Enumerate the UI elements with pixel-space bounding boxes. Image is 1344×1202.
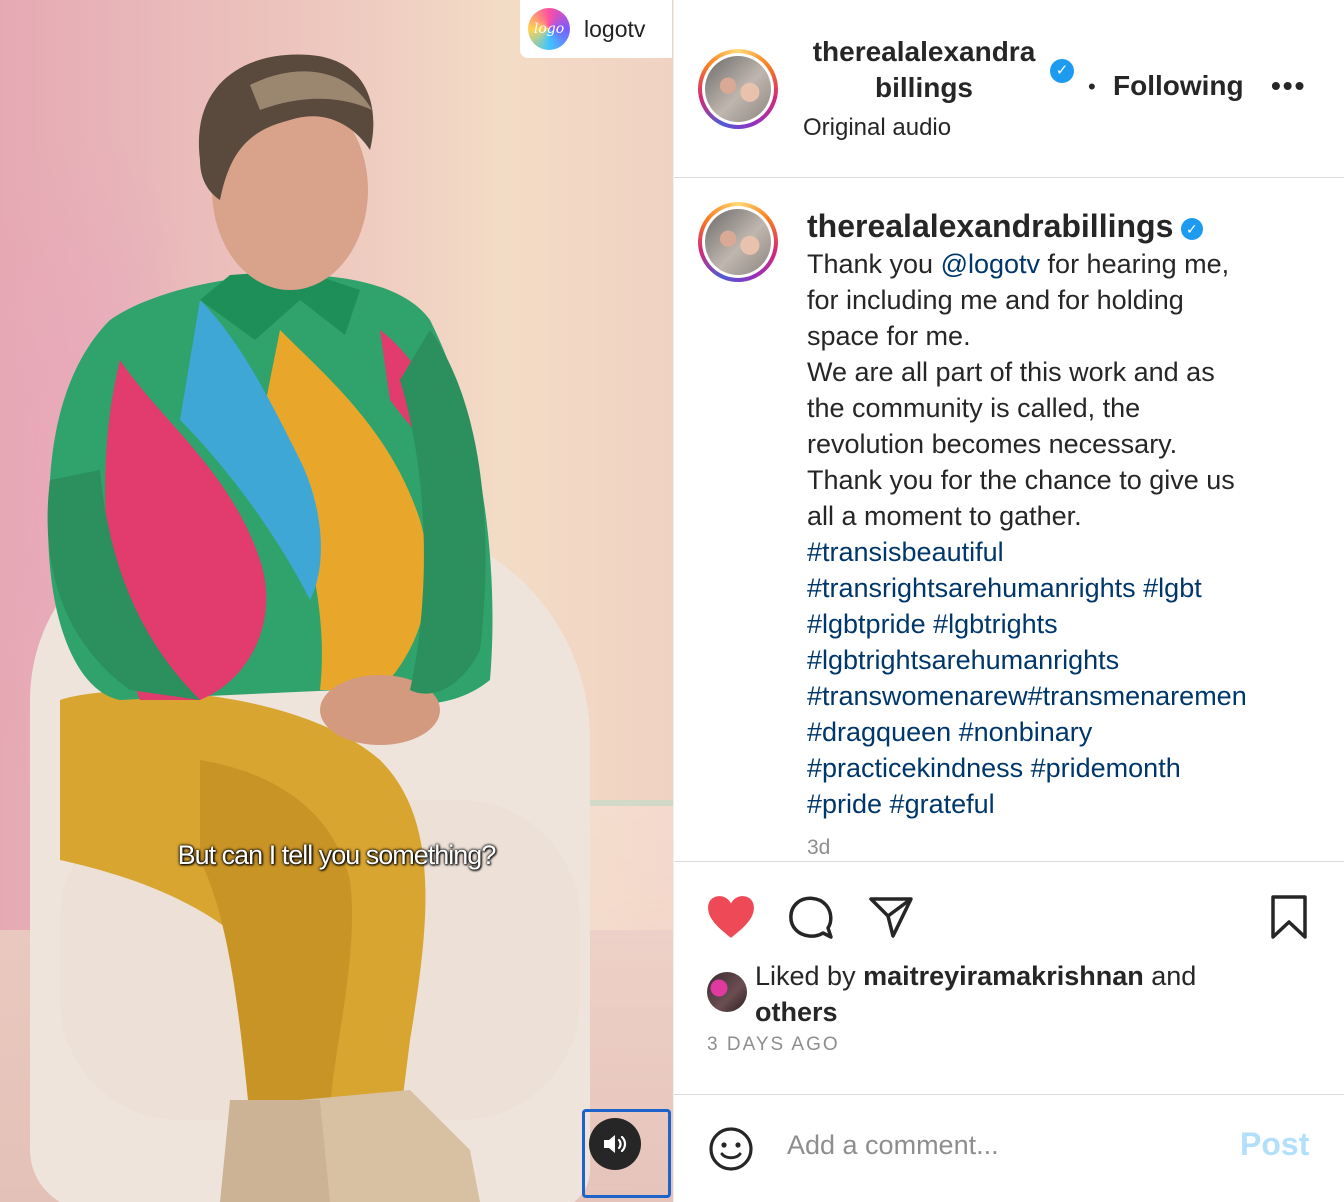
- verified-badge-icon: ✓: [1050, 59, 1074, 83]
- caption-section: therealalexandrabillings ✓ Thank you @lo…: [674, 178, 1344, 861]
- caption-username[interactable]: therealalexandrabillings: [807, 208, 1173, 244]
- hashtag-line[interactable]: #lgbtrightsarehumanrights: [807, 642, 1307, 678]
- post-comment-button[interactable]: Post: [1240, 1126, 1309, 1163]
- caption-text-line: for including me and for holding: [807, 285, 1184, 315]
- more-options-icon[interactable]: •••: [1271, 70, 1306, 102]
- post-actions: Liked by maitreyiramakrishnan and others…: [674, 861, 1344, 1095]
- separator-dot: •: [1088, 74, 1096, 99]
- post-header: therealalexandra billings ✓ • Following …: [674, 0, 1344, 178]
- send-icon[interactable]: [868, 894, 914, 940]
- avatar-photo: [705, 56, 771, 122]
- emoji-icon[interactable]: [708, 1126, 754, 1172]
- person-figure: [47, 54, 493, 1202]
- caption-body: therealalexandrabillings ✓ Thank you @lo…: [807, 208, 1307, 861]
- logotv-badge[interactable]: logo logotv: [520, 0, 672, 58]
- audio-toggle-button[interactable]: [589, 1118, 641, 1170]
- caption-text-line: all a moment to gather.: [807, 501, 1082, 531]
- following-button[interactable]: Following: [1113, 70, 1244, 102]
- hashtag-line[interactable]: #transisbeautiful: [807, 534, 1307, 570]
- audio-toggle-container[interactable]: [582, 1109, 671, 1198]
- comment-bar: Add a comment... Post: [674, 1094, 1344, 1202]
- hashtag-line[interactable]: #practicekindness #pridemonth: [807, 750, 1307, 786]
- caption-text-line: Thank you for the chance to give us: [807, 465, 1235, 495]
- hashtag-line[interactable]: #transrightsarehumanrights #lgbt: [807, 570, 1307, 606]
- hashtag-line[interactable]: #transwomenarew#transmenaremen: [807, 678, 1307, 714]
- instagram-post-view: logo logotv But can I tell you something…: [0, 0, 1344, 1202]
- caption-verified-icon: ✓: [1180, 218, 1203, 240]
- badge-name: logotv: [584, 15, 646, 42]
- caption-timestamp[interactable]: 3d: [807, 830, 1307, 861]
- caption-author-avatar[interactable]: [698, 202, 778, 282]
- reel-video[interactable]: logo logotv But can I tell you something…: [0, 0, 673, 1202]
- heart-icon[interactable]: [706, 894, 756, 940]
- author-avatar[interactable]: [698, 49, 778, 129]
- author-username[interactable]: therealalexandra billings: [789, 34, 1059, 106]
- original-audio-link[interactable]: Original audio: [803, 114, 951, 142]
- caption-text-line: We are all part of this work and as: [807, 357, 1215, 387]
- video-subtitle: But can I tell you something?: [177, 840, 497, 870]
- liker-avatar[interactable]: [707, 972, 747, 1012]
- caption-text-line: Thank you @logotv for hearing me,: [807, 249, 1230, 279]
- comment-icon[interactable]: [788, 894, 834, 940]
- post-date[interactable]: 3 DAYS AGO: [707, 1034, 840, 1056]
- likes-others-link[interactable]: others: [755, 997, 838, 1027]
- hashtag-line[interactable]: #dragqueen #nonbinary: [807, 714, 1307, 750]
- liker-username[interactable]: maitreyiramakrishnan: [863, 961, 1144, 991]
- post-side-panel: therealalexandra billings ✓ • Following …: [673, 0, 1344, 1202]
- speaker-icon: [604, 1135, 627, 1153]
- bookmark-icon[interactable]: [1270, 894, 1308, 940]
- logo-icon: logo: [528, 8, 570, 50]
- caption-text-line: the community is called, the: [807, 393, 1141, 423]
- comment-input[interactable]: Add a comment...: [787, 1130, 999, 1161]
- hashtag-line[interactable]: #lgbtpride #lgbtrights: [807, 606, 1307, 642]
- caption-text-line: space for me.: [807, 321, 971, 351]
- hashtag-line[interactable]: #pride #grateful: [807, 786, 1307, 822]
- mention-link[interactable]: @logotv: [941, 249, 1040, 279]
- caption-text-line: revolution becomes necessary.: [807, 429, 1178, 459]
